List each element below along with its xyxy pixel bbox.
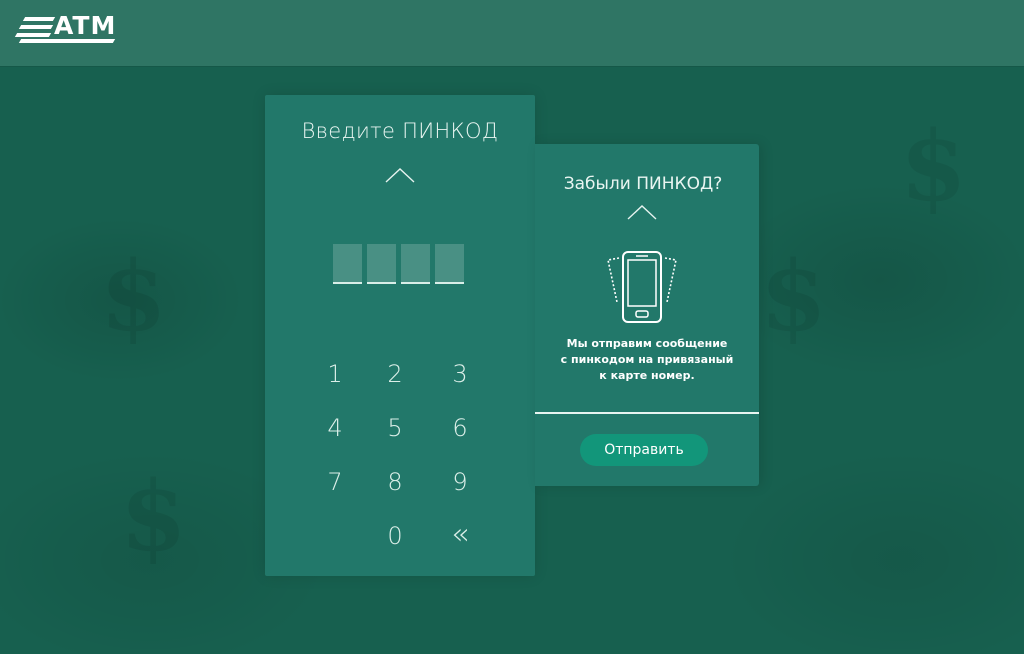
keypad-key-7[interactable]: 7: [315, 468, 355, 496]
chevron-up-icon[interactable]: [627, 204, 657, 220]
send-button[interactable]: Отправить: [580, 434, 708, 466]
pin-panel-title: Введите ПИНКОД: [301, 119, 499, 143]
logo-text: ATM: [54, 11, 117, 40]
atm-logo[interactable]: ATM: [14, 11, 117, 45]
forgot-panel-message: Мы отправим сообщение с пинкодом на прив…: [545, 336, 749, 384]
keypad-key-8[interactable]: 8: [375, 468, 415, 496]
backspace-key[interactable]: «: [440, 520, 480, 550]
keypad-key-5[interactable]: 5: [375, 414, 415, 442]
keypad-key-9[interactable]: 9: [440, 468, 480, 496]
logo-stripe: [22, 17, 56, 21]
pin-digit-box: [435, 244, 464, 284]
panel-divider: [535, 412, 759, 414]
phone-shake-icon: [607, 251, 677, 323]
keypad-key-3[interactable]: 3: [440, 360, 480, 388]
message-line: с пинкодом на привязаный: [560, 353, 734, 366]
logo-underline: [18, 39, 116, 43]
keypad-key-2[interactable]: 2: [375, 360, 415, 388]
logo-stripe: [18, 25, 54, 29]
pin-digit-box: [367, 244, 396, 284]
top-bar: ATM: [0, 0, 1024, 66]
forgot-panel-title: Забыли ПИНКОД?: [563, 174, 723, 194]
double-chevron-left-icon: «: [450, 517, 470, 552]
keypad-key-1[interactable]: 1: [315, 360, 355, 388]
keypad-key-6[interactable]: 6: [440, 414, 480, 442]
message-line: Мы отправим сообщение: [566, 337, 728, 350]
pin-digit-box: [401, 244, 430, 284]
background-dollar-glyph: $: [760, 240, 827, 353]
background-dollar-glyph: $: [100, 240, 167, 353]
message-line: к карте номер.: [599, 369, 695, 382]
background-dollar-glyph: $: [900, 110, 967, 223]
chevron-up-icon[interactable]: [385, 167, 415, 183]
keypad-key-4[interactable]: 4: [315, 414, 355, 442]
background-dollar-glyph: $: [120, 460, 187, 573]
keypad-key-0[interactable]: 0: [375, 522, 415, 550]
logo-stripe: [14, 33, 52, 37]
pin-digit-box: [333, 244, 362, 284]
